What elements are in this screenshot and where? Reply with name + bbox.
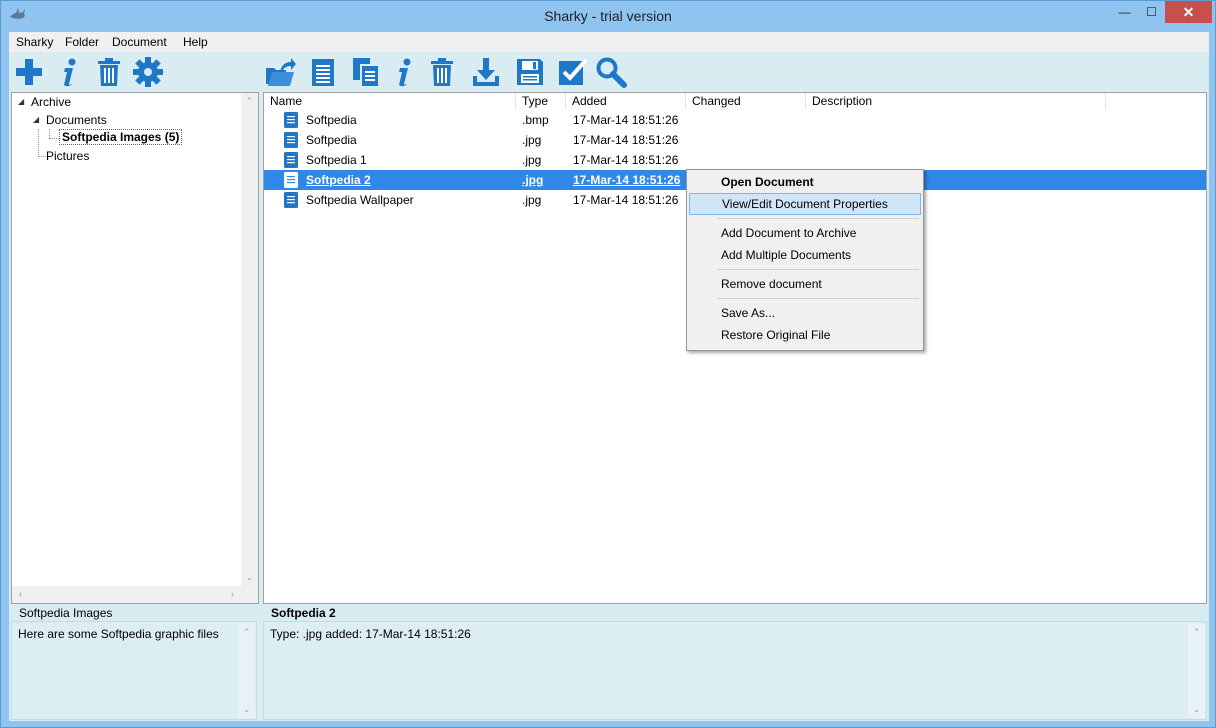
open-folder-icon[interactable] xyxy=(264,56,296,88)
cell-name: Softpedia xyxy=(306,133,357,147)
cell-added: 17-Mar-14 18:51:26 xyxy=(573,193,679,207)
cell-name: Softpedia xyxy=(306,113,357,127)
document-info-title: Softpedia 2 xyxy=(271,606,336,620)
menu-document[interactable]: Document xyxy=(112,35,167,49)
scroll-down-icon[interactable]: ⌄ xyxy=(238,701,255,718)
scroll-up-icon[interactable]: ⌃ xyxy=(241,93,258,110)
document-info-panel: Softpedia 2 Type: .jpg added: 17-Mar-14 … xyxy=(263,606,1207,720)
document-icon xyxy=(284,112,298,128)
scrollbar-corner xyxy=(241,586,258,603)
document-icon xyxy=(284,132,298,148)
tree-label-archive: Archive xyxy=(31,95,72,109)
app-window: Sharky - trial version — ☐ ✕ Sharky Fold… xyxy=(0,0,1216,728)
tree-node-softpedia-images[interactable]: Softpedia Images (5) xyxy=(59,129,183,148)
menu-item-open-document[interactable]: Open Document xyxy=(689,171,921,193)
cell-type: .jpg xyxy=(522,133,542,147)
title-bar[interactable]: Sharky - trial version — ☐ ✕ xyxy=(1,1,1215,31)
settings-icon[interactable] xyxy=(132,56,164,88)
window-title: Sharky - trial version xyxy=(544,8,672,24)
tree-guide-line xyxy=(49,129,50,138)
menu-separator xyxy=(717,298,919,299)
document-icon xyxy=(284,192,298,208)
download-icon[interactable] xyxy=(470,56,502,88)
menu-bar: Sharky Folder Document Help xyxy=(9,32,1209,52)
maximize-button[interactable]: ☐ xyxy=(1138,1,1165,23)
column-header-name[interactable]: Name xyxy=(264,93,516,110)
scroll-right-icon[interactable]: › xyxy=(224,586,241,603)
cell-type: .jpg xyxy=(522,153,542,167)
details-scrollbar[interactable]: ⌃ ⌄ xyxy=(1188,624,1205,718)
menu-item-save-as[interactable]: Save As... xyxy=(689,302,921,324)
delete-folder-icon[interactable] xyxy=(93,56,125,88)
checkbox-icon[interactable] xyxy=(556,56,588,88)
delete-document-icon[interactable] xyxy=(426,56,458,88)
close-button[interactable]: ✕ xyxy=(1165,1,1212,23)
menu-item-add-multiple[interactable]: Add Multiple Documents xyxy=(689,244,921,266)
folder-info-panel: Softpedia Images Here are some Softpedia… xyxy=(11,606,259,720)
cell-added: 17-Mar-14 18:51:26 xyxy=(573,173,681,187)
menu-item-add-to-archive[interactable]: Add Document to Archive xyxy=(689,222,921,244)
context-menu: Open Document View/Edit Document Propert… xyxy=(686,169,924,351)
add-folder-icon[interactable] xyxy=(13,56,45,88)
document-icon[interactable] xyxy=(307,56,339,88)
main-content: ◢ Archive ◢ Documents Softpedia Images (… xyxy=(9,92,1209,721)
table-row[interactable]: Softpedia .jpg 17-Mar-14 18:51:26 xyxy=(264,130,1206,150)
menu-separator xyxy=(717,269,919,270)
scroll-down-icon[interactable]: ⌄ xyxy=(1188,701,1205,718)
description-scrollbar[interactable]: ⌃ ⌄ xyxy=(238,624,255,718)
document-details-text: Type: .jpg added: 17-Mar-14 18:51:26 xyxy=(270,627,471,641)
save-icon[interactable] xyxy=(514,56,546,88)
tree-label-softpedia-images: Softpedia Images (5) xyxy=(59,129,183,145)
table-row[interactable]: Softpedia .bmp 17-Mar-14 18:51:26 xyxy=(264,110,1206,130)
tree-guide-line xyxy=(38,129,39,157)
copy-documents-icon[interactable] xyxy=(350,56,382,88)
expand-arrow-icon[interactable]: ◢ xyxy=(33,115,39,124)
document-icon xyxy=(284,152,298,168)
column-header-added[interactable]: Added xyxy=(566,93,686,110)
cell-type: .jpg xyxy=(522,173,544,187)
tree-label-pictures: Pictures xyxy=(46,149,90,163)
toolbar xyxy=(9,52,1209,92)
scroll-up-icon[interactable]: ⌃ xyxy=(238,624,255,641)
document-details-box[interactable]: Type: .jpg added: 17-Mar-14 18:51:26 ⌃ ⌄ xyxy=(263,621,1207,720)
tree-guide-line xyxy=(49,138,59,139)
table-row[interactable]: Softpedia 1 .jpg 17-Mar-14 18:51:26 xyxy=(264,150,1206,170)
column-header-description[interactable]: Description xyxy=(806,93,1106,110)
tree-guide-line xyxy=(38,156,46,157)
tree-horizontal-scrollbar[interactable]: ‹ › xyxy=(12,586,241,603)
document-icon xyxy=(284,172,298,188)
scroll-down-icon[interactable]: ⌄ xyxy=(241,569,258,586)
cell-added: 17-Mar-14 18:51:26 xyxy=(573,113,679,127)
cell-added: 17-Mar-14 18:51:26 xyxy=(573,133,679,147)
expand-arrow-icon[interactable]: ◢ xyxy=(18,97,24,106)
menu-item-restore-original[interactable]: Restore Original File xyxy=(689,324,921,346)
scroll-left-icon[interactable]: ‹ xyxy=(12,586,29,603)
folder-info-icon[interactable] xyxy=(53,56,85,88)
folder-info-title: Softpedia Images xyxy=(19,606,113,620)
minimize-button[interactable]: — xyxy=(1111,1,1138,23)
folder-description-box[interactable]: Here are some Softpedia graphic files ⌃ … xyxy=(11,621,257,720)
column-header-type[interactable]: Type xyxy=(516,93,566,110)
menu-item-view-edit-properties[interactable]: View/Edit Document Properties xyxy=(689,193,921,215)
menu-item-remove-document[interactable]: Remove document xyxy=(689,273,921,295)
document-info-icon[interactable] xyxy=(388,56,420,88)
scroll-up-icon[interactable]: ⌃ xyxy=(1188,624,1205,641)
column-header-changed[interactable]: Changed xyxy=(686,93,806,110)
cell-type: .jpg xyxy=(522,193,542,207)
menu-separator xyxy=(717,218,919,219)
menu-help[interactable]: Help xyxy=(183,35,208,49)
menu-folder[interactable]: Folder xyxy=(65,35,99,49)
cell-name: Softpedia Wallpaper xyxy=(306,193,414,207)
cell-added: 17-Mar-14 18:51:26 xyxy=(573,153,679,167)
search-icon[interactable] xyxy=(595,56,627,88)
folder-tree: ◢ Archive ◢ Documents Softpedia Images (… xyxy=(11,92,259,604)
folder-description-text: Here are some Softpedia graphic files xyxy=(18,627,219,641)
tree-vertical-scrollbar[interactable]: ⌃ ⌄ xyxy=(241,93,258,586)
tree-label-documents: Documents xyxy=(46,113,107,127)
cell-name: Softpedia 1 xyxy=(306,153,367,167)
menu-sharky[interactable]: Sharky xyxy=(16,35,53,49)
cell-name: Softpedia 2 xyxy=(306,173,371,187)
cell-type: .bmp xyxy=(522,113,549,127)
